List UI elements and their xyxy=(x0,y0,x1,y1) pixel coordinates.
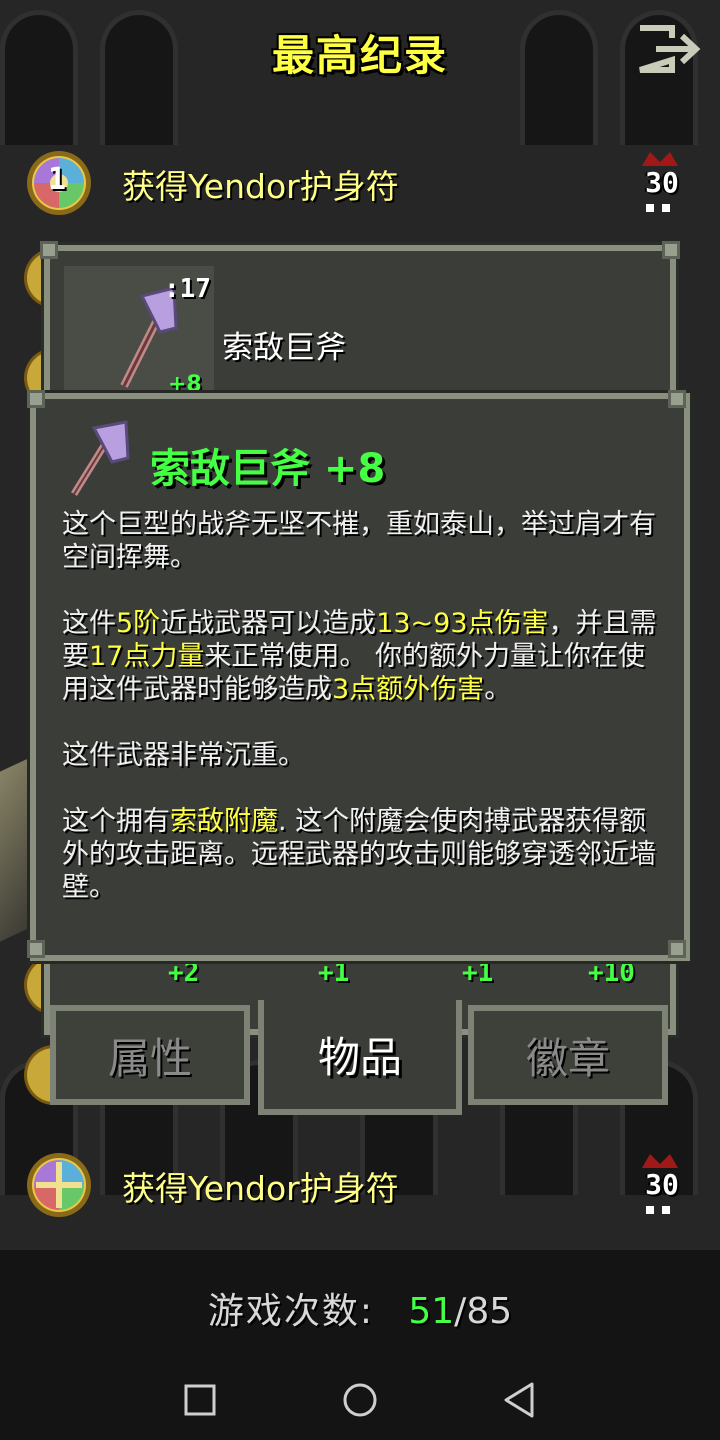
weight-paragraph: 这件武器非常沉重。 xyxy=(62,740,305,771)
stat-bonus: +1 xyxy=(462,958,494,988)
record-description: 获得Yendor护身符 xyxy=(122,167,399,206)
rank-number: 1 xyxy=(48,162,67,197)
weapon-tier: 5阶 xyxy=(116,608,161,639)
games-played-counter: 游戏次数: 51/85 xyxy=(0,1282,720,1334)
back-icon[interactable] xyxy=(496,1376,544,1424)
home-icon[interactable] xyxy=(336,1376,384,1424)
recent-apps-icon[interactable] xyxy=(176,1376,224,1424)
depth-number: 30 xyxy=(645,166,679,199)
enchant-paragraph: 这个拥有索敌附魔. 这个附魔会使肉搏武器获得额外的攻击距离。远程武器的攻击则能够… xyxy=(62,806,656,903)
record-row[interactable]: 获得Yendor护身符 30 xyxy=(0,1150,720,1220)
page-title: 最高纪录 xyxy=(271,31,448,80)
tab-items[interactable]: 物品 xyxy=(258,1000,462,1115)
item-title: 索敌巨斧 +8 xyxy=(150,446,386,492)
damage-range: 13~93点伤害 xyxy=(376,608,549,639)
stat-bonus: +2 xyxy=(168,958,200,988)
games-label: 游戏次数: xyxy=(207,1291,375,1332)
stat-bonus: +10 xyxy=(588,958,635,988)
window-corner xyxy=(668,940,686,958)
window-corner xyxy=(662,241,680,259)
stat-bonus: +1 xyxy=(318,958,350,988)
amulet-icon xyxy=(27,1153,91,1217)
enchantment-name: 索敌附魔 xyxy=(170,806,278,837)
stats-paragraph: 这件5阶近战武器可以造成13~93点伤害，并且需要17点力量来正常使用。 你的额… xyxy=(62,608,657,705)
exit-button[interactable] xyxy=(636,24,704,74)
games-total: 85 xyxy=(466,1291,513,1332)
record-description: 获得Yendor护身符 xyxy=(122,1169,399,1208)
window-corner xyxy=(40,241,58,259)
description-paragraph: 这个巨型的战斧无坚不摧，重如泰山，举过肩才有空间挥舞。 xyxy=(62,509,656,573)
tab-badges[interactable]: 徽章 xyxy=(468,1005,668,1105)
games-separator: / xyxy=(454,1291,467,1332)
exit-icon xyxy=(639,25,701,73)
window-corner xyxy=(27,390,45,408)
strength-requirement: 17点力量 xyxy=(89,641,205,672)
window-corner xyxy=(668,390,686,408)
battle-axe-icon xyxy=(71,420,130,496)
equipped-weapon-name: 索敌巨斧 xyxy=(222,330,346,366)
window-corner xyxy=(27,940,45,958)
tab-stats[interactable]: 属性 xyxy=(50,1005,250,1105)
strength-requirement-badge: :17 xyxy=(164,274,211,304)
record-row[interactable]: 1 获得Yendor护身符 30 xyxy=(0,148,720,218)
depth-number: 30 xyxy=(645,1168,679,1201)
games-won: 51 xyxy=(408,1291,455,1332)
item-description: 这个巨型的战斧无坚不摧，重如泰山，举过肩才有空间挥舞。 这件5阶近战武器可以造成… xyxy=(62,508,666,937)
bonus-damage: 3点额外伤害 xyxy=(332,674,485,705)
